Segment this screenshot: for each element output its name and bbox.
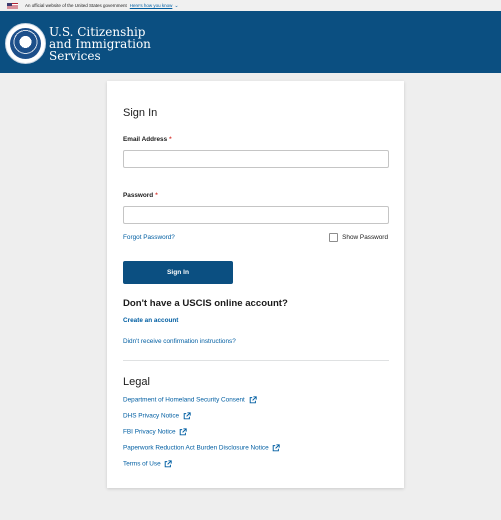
external-link-icon — [249, 396, 257, 404]
confirmation-instructions-link[interactable]: Didn't receive confirmation instructions… — [123, 338, 236, 345]
sign-in-title: Sign In — [123, 107, 158, 119]
password-label-text: Password — [123, 192, 154, 199]
email-field[interactable] — [123, 150, 389, 168]
external-link-icon — [183, 412, 191, 420]
gov-banner: An official website of the United States… — [0, 0, 501, 11]
show-password-toggle[interactable]: Show Password — [329, 233, 388, 242]
heres-how-you-know-link[interactable]: Here's how you know — [130, 3, 173, 8]
legal-link-label: Terms of Use — [123, 460, 161, 468]
agency-name-line3: Services — [49, 49, 101, 63]
show-password-checkbox[interactable] — [329, 233, 339, 242]
terms-of-use-link[interactable]: Terms of Use — [123, 460, 173, 468]
gov-banner-text: An official website of the United States… — [25, 3, 127, 8]
paperwork-reduction-act-link[interactable]: Paperwork Reduction Act Burden Disclosur… — [123, 444, 281, 452]
required-marker: * — [169, 136, 172, 143]
create-account-link[interactable]: Create an account — [123, 317, 178, 324]
us-flag-icon — [7, 2, 18, 9]
external-link-icon — [180, 428, 188, 436]
legal-link-label: Department of Homeland Security Consent — [123, 396, 245, 404]
password-label: Password * — [123, 192, 389, 199]
dhs-privacy-notice-link[interactable]: DHS Privacy Notice — [123, 412, 191, 420]
legal-link-label: DHS Privacy Notice — [123, 412, 180, 420]
legal-link-label: FBI Privacy Notice — [123, 428, 176, 436]
fbi-privacy-notice-link[interactable]: FBI Privacy Notice — [123, 428, 188, 436]
no-account-heading: Don't have a USCIS online account? — [123, 298, 288, 309]
password-field[interactable] — [123, 206, 389, 224]
email-label-text: Email Address — [123, 136, 168, 143]
site-header: U.S. Citizenship and Immigration Service… — [0, 11, 501, 73]
sign-in-card: Sign In Email Address * Password * Forgot … — [107, 81, 404, 488]
chevron-down-icon[interactable]: ⌄ — [174, 3, 178, 9]
divider — [123, 360, 389, 361]
email-label: Email Address * — [123, 136, 389, 143]
legal-link-label: Paperwork Reduction Act Burden Disclosur… — [123, 444, 269, 452]
dhs-seal-icon[interactable] — [5, 23, 46, 64]
show-password-label: Show Password — [342, 234, 388, 241]
agency-name[interactable]: U.S. Citizenship and Immigration Service… — [49, 26, 151, 62]
forgot-password-link[interactable]: Forgot Password? — [123, 234, 175, 241]
legal-title: Legal — [123, 376, 150, 388]
required-marker: * — [155, 192, 158, 199]
dhs-consent-link[interactable]: Department of Homeland Security Consent — [123, 396, 257, 404]
sign-in-button[interactable]: Sign In — [123, 261, 233, 284]
external-link-icon — [273, 444, 281, 452]
external-link-icon — [165, 460, 173, 468]
